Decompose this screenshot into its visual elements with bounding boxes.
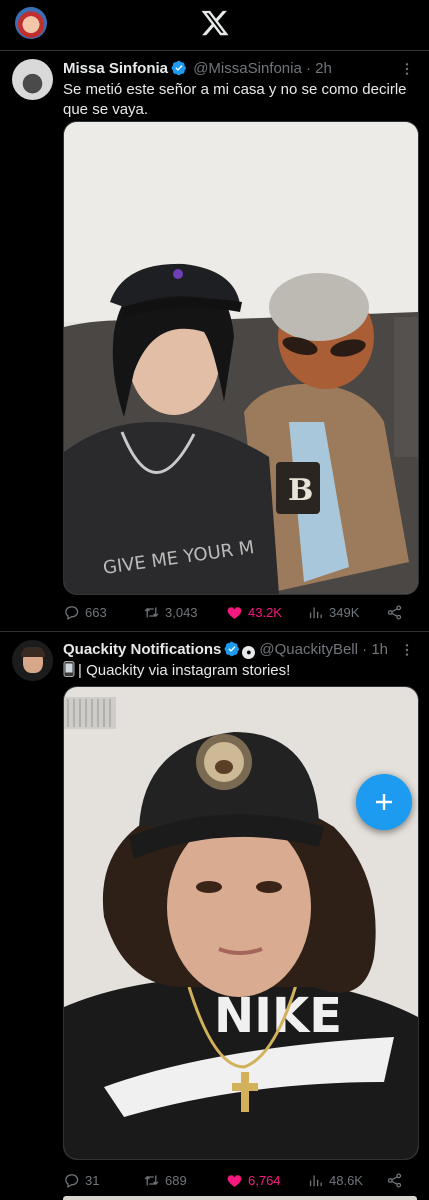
timestamp[interactable]: 2h — [315, 60, 332, 77]
separator: · — [305, 60, 311, 77]
tweet-actions: 663 3,043 43.2K 349K — [63, 601, 417, 623]
bot-automated-icon: ● — [242, 646, 256, 659]
plus-icon — [376, 794, 392, 810]
heart-filled-icon — [227, 1174, 242, 1187]
handle[interactable]: @MissaSinfonia — [193, 60, 302, 77]
reply-button[interactable]: 663 — [63, 601, 107, 623]
views-count: 349K — [329, 604, 360, 620]
views-button[interactable]: 48.6K — [307, 1169, 363, 1191]
like-button[interactable]: 43.2K — [226, 601, 282, 623]
views-button[interactable]: 349K — [307, 601, 359, 623]
mobile-phone-icon — [63, 661, 75, 677]
photo-two-figures-on-couch: B GIVE ME YOUR M — [64, 122, 418, 594]
avatar[interactable] — [12, 640, 53, 681]
tweet-header: Quackity Notifications ● @QuackityBell · 1… — [63, 640, 399, 660]
like-count: 43.2K — [248, 604, 282, 620]
views-chart-icon — [309, 607, 322, 618]
retweet-count: 689 — [165, 1172, 187, 1188]
share-icon — [387, 604, 402, 620]
views-count: 48.6K — [329, 1172, 363, 1188]
tweet[interactable]: Missa Sinfonia @MissaSinfonia · 2h Se me… — [0, 51, 429, 632]
timestamp[interactable]: 1h — [371, 641, 388, 658]
svg-text:B: B — [288, 473, 313, 508]
reply-icon — [65, 1173, 79, 1188]
x-logo-icon[interactable] — [200, 8, 230, 38]
verified-badge-icon — [224, 641, 240, 657]
tweet[interactable]: Quackity Notifications ● @QuackityBell · 1… — [0, 632, 429, 1200]
profile-avatar[interactable] — [15, 7, 47, 39]
tweet-text: Se metió este señor a mi casa y no se co… — [63, 81, 407, 118]
share-icon — [387, 1172, 402, 1188]
heart-filled-icon — [227, 606, 242, 619]
display-name[interactable]: Quackity Notifications — [63, 641, 221, 658]
tweet-text: | Quackity via instagram stories! — [63, 661, 413, 681]
compose-button[interactable] — [356, 774, 412, 830]
share-button[interactable] — [386, 601, 403, 623]
reply-button[interactable]: 31 — [63, 1169, 99, 1191]
photo-selfie-with-cap: NIKE — [64, 687, 418, 1159]
separator: · — [362, 641, 368, 658]
verified-badge-icon — [171, 60, 187, 76]
retweet-button[interactable]: 3,043 — [143, 601, 198, 623]
share-button[interactable] — [386, 1169, 403, 1191]
more-options-icon[interactable] — [399, 61, 415, 77]
like-button[interactable]: 6,764 — [226, 1169, 281, 1191]
reply-icon — [65, 605, 79, 620]
retweet-icon — [144, 1175, 159, 1185]
retweet-button[interactable]: 689 — [143, 1169, 187, 1191]
reply-count: 663 — [85, 604, 107, 620]
views-chart-icon — [309, 1175, 322, 1186]
tweet-actions: 31 689 6,764 48.6K — [63, 1169, 417, 1191]
top-bar — [0, 0, 429, 51]
display-name[interactable]: Missa Sinfonia — [63, 60, 168, 77]
tweet-text-content: | Quackity via instagram stories! — [78, 662, 291, 679]
like-count: 6,764 — [248, 1172, 281, 1188]
retweet-icon — [144, 607, 159, 617]
tweet-photo[interactable]: NIKE — [63, 686, 419, 1160]
retweet-count: 3,043 — [165, 604, 198, 620]
handle[interactable]: @QuackityBell — [259, 641, 358, 658]
avatar[interactable] — [12, 59, 53, 100]
reply-count: 31 — [85, 1172, 100, 1188]
next-tweet-media-edge — [63, 1196, 417, 1200]
tweet-photo[interactable]: B GIVE ME YOUR M — [63, 121, 419, 595]
more-options-icon[interactable] — [399, 642, 415, 658]
tweet-header: Missa Sinfonia @MissaSinfonia · 2h — [63, 59, 399, 79]
